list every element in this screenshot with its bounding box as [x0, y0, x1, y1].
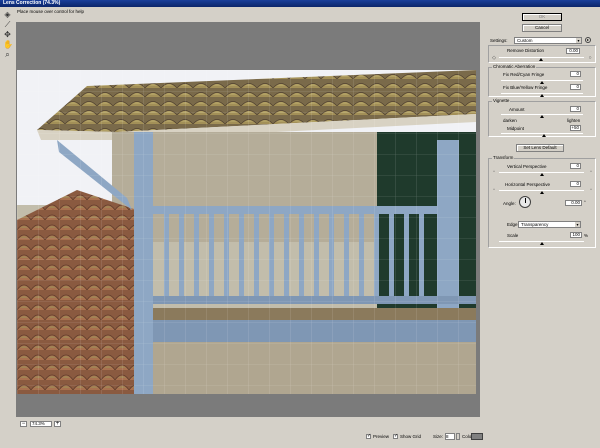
settings-label: Settings:	[490, 38, 508, 43]
scale-field[interactable]: 100	[570, 232, 582, 238]
angle-dial[interactable]	[519, 196, 531, 208]
chevron-down-icon: ▾	[575, 222, 580, 227]
show-grid-checkbox[interactable]: ✓	[393, 434, 398, 439]
darken-label: darken	[503, 118, 517, 123]
transform-title: Transform	[492, 155, 515, 160]
barrel-icon: ○	[588, 55, 592, 61]
settings-value: Custom	[517, 38, 533, 43]
settings-select[interactable]: Custom ▾	[514, 37, 582, 44]
horizontal-perspective-field[interactable]: 0	[570, 181, 581, 187]
edge-select[interactable]: Transparency ▾	[518, 221, 581, 228]
help-hint: Place mouse over control for help	[17, 9, 85, 14]
grid-color-swatch[interactable]	[471, 433, 483, 440]
vertical-perspective-label: Vertical Perspective	[507, 164, 547, 169]
red-cyan-thumb[interactable]	[540, 81, 544, 84]
settings-panel: OK Cancel Settings: Custom ▾ ▸ Remove Di…	[484, 0, 600, 448]
chromatic-aberration-title: Chromatic Aberration	[492, 64, 537, 69]
blue-yellow-label: Fix Blue/Yellow Fringe	[503, 85, 548, 90]
preview-canvas[interactable]	[16, 22, 480, 417]
hand-tool-icon[interactable]: ✋	[3, 40, 13, 49]
ok-button[interactable]: OK	[522, 13, 562, 21]
grid-size-label: Size:	[433, 434, 444, 439]
horizontal-perspective-thumb[interactable]	[540, 191, 544, 194]
vertical-perspective-min-icon: ▫	[493, 169, 495, 175]
vertical-perspective-thumb[interactable]	[540, 173, 544, 176]
zoom-tool-icon[interactable]: ⌕	[3, 50, 12, 59]
zoom-in-button[interactable]: +	[54, 421, 61, 427]
midpoint-field[interactable]: +50	[570, 125, 581, 131]
amount-field[interactable]: 0	[570, 106, 581, 112]
angle-field[interactable]: 0.00	[565, 200, 582, 206]
midpoint-thumb[interactable]	[542, 134, 546, 137]
chromatic-aberration-group: Chromatic Aberration Fix Red/Cyan Fringe…	[488, 64, 596, 97]
settings-menu-icon[interactable]: ▸	[585, 37, 591, 43]
grid-size-spinner[interactable]	[456, 433, 460, 440]
red-cyan-label: Fix Red/Cyan Fringe	[503, 72, 545, 77]
horizontal-perspective-max-icon: ▫	[590, 187, 592, 193]
pincushion-icon: ◇	[492, 55, 496, 61]
angle-unit: °	[584, 200, 586, 205]
move-grid-tool-icon[interactable]: ✥	[3, 30, 12, 39]
zoom-level-field[interactable]: 74.3%	[30, 421, 52, 427]
cancel-button[interactable]: Cancel	[522, 24, 562, 32]
straighten-tool-icon[interactable]: ⟋	[3, 20, 12, 29]
view-options: ✓ Preview ✓ Show Grid Size: 8 Color:	[366, 433, 486, 443]
edge-label: Edge:	[507, 222, 519, 227]
amount-label: Amount	[509, 107, 525, 112]
angle-label: Angle:	[503, 201, 516, 206]
set-lens-default-button[interactable]: Set Lens Default	[516, 144, 564, 152]
midpoint-label: Midpoint	[507, 126, 525, 131]
amount-thumb[interactable]	[540, 115, 544, 118]
remove-distortion-tool-icon[interactable]: ◈	[3, 10, 12, 19]
vignette-title: Vignette	[492, 98, 511, 103]
preview-checkbox[interactable]: ✓	[366, 434, 371, 439]
remove-distortion-group: Remove Distortion 0.00 ◇ ○	[488, 45, 596, 63]
grid-size-field[interactable]: 8	[445, 433, 455, 440]
lighten-label: lighten	[567, 118, 581, 123]
preview-image	[17, 70, 476, 394]
horizontal-perspective-label: Horizontal Perspective	[505, 182, 551, 187]
vertical-perspective-field[interactable]: 0	[570, 163, 581, 169]
scale-label: Scale	[507, 233, 519, 238]
chevron-down-icon: ▾	[576, 38, 581, 43]
scale-thumb[interactable]	[540, 242, 544, 245]
vignette-group: Vignette Amount 0 darken lighten Midpoin…	[488, 98, 596, 137]
blue-yellow-field[interactable]: 0	[570, 84, 581, 90]
building-photo	[17, 70, 476, 394]
edge-value: Transparency	[521, 222, 549, 227]
preview-label: Preview	[373, 434, 390, 439]
scale-unit: %	[584, 233, 589, 238]
zoom-controls: − 74.3% +	[16, 419, 480, 429]
horizontal-perspective-min-icon: ▫	[493, 187, 495, 193]
red-cyan-field[interactable]: 0	[570, 71, 581, 77]
show-grid-label: Show Grid	[400, 434, 422, 439]
vertical-perspective-max-icon: ▫	[590, 169, 592, 175]
remove-distortion-field[interactable]: 0.00	[566, 48, 580, 54]
zoom-out-button[interactable]: −	[20, 421, 27, 427]
blue-yellow-thumb[interactable]	[540, 94, 544, 97]
remove-distortion-thumb[interactable]	[539, 58, 543, 61]
transform-group: Transform Vertical Perspective 0 ▫ ▫ Hor…	[488, 155, 596, 248]
remove-distortion-label: Remove Distortion	[507, 48, 545, 53]
